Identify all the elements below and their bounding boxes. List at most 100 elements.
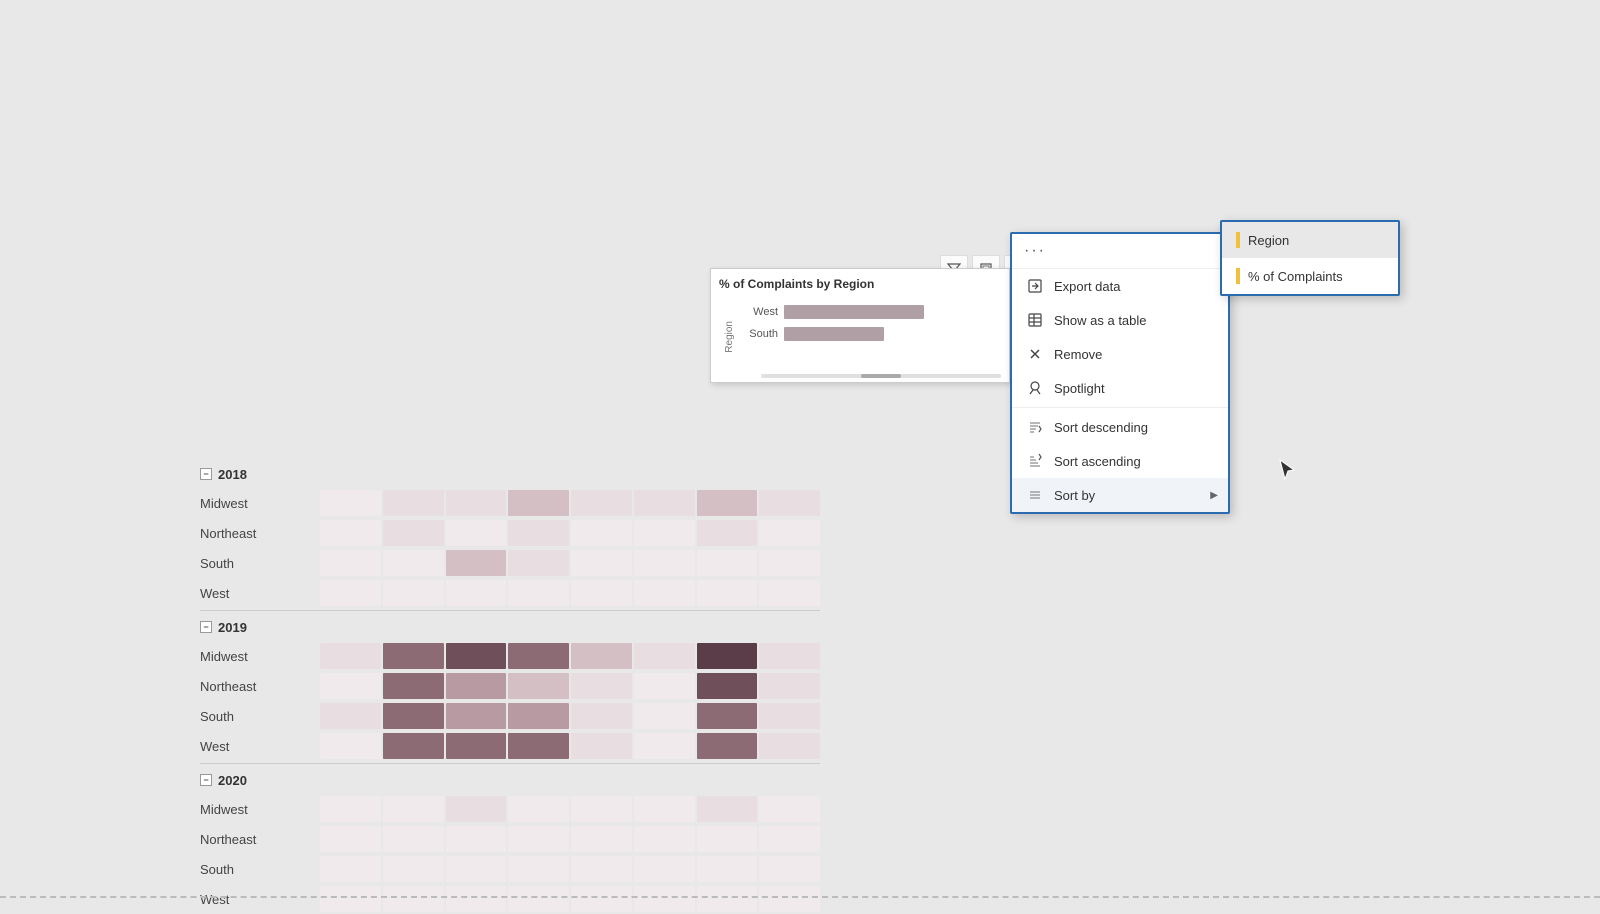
region-row-2019-west: West [200,731,820,761]
year-label-2018[interactable]: − 2018 [200,460,820,488]
heat-cell [697,673,758,699]
heat-cell [320,826,381,852]
heat-cell [320,550,381,576]
small-bar-row-west: West [743,301,997,323]
menu-item-sort-ascending[interactable]: Sort ascending [1012,444,1228,478]
heatmap-west-2018 [320,580,820,606]
year-text-2019: 2019 [218,620,247,635]
heat-cell [508,796,569,822]
sort-by-icon [1026,486,1044,504]
heat-cell [446,490,507,516]
sort-ascending-label: Sort ascending [1054,454,1141,469]
year-toggle-2020[interactable]: − [200,774,212,786]
region-row-2018-northeast: Northeast [200,518,820,548]
export-data-label: Export data [1054,279,1121,294]
menu-item-sort-descending[interactable]: Sort descending [1012,410,1228,444]
heat-cell [383,733,444,759]
heatmap-midwest-2020 [320,796,820,822]
heat-cell [759,733,820,759]
heat-cell [508,580,569,606]
sort-by-submenu: Region % of Complaints [1220,220,1400,296]
heat-cell [759,796,820,822]
region-label-south-2020: South [200,862,320,877]
heat-cell [320,673,381,699]
heat-cell [320,796,381,822]
year-toggle-2018[interactable]: − [200,468,212,480]
spotlight-icon [1026,379,1044,397]
year-text-2020: 2020 [218,773,247,788]
heat-cell [508,673,569,699]
region-label-northeast-2020: Northeast [200,832,320,847]
heat-cell [383,856,444,882]
bar-label-west: West [743,306,778,318]
bar-west [784,305,924,319]
table-icon [1026,311,1044,329]
heatmap-south-2020 [320,856,820,882]
region-row-2019-northeast: Northeast [200,671,820,701]
year-toggle-2019[interactable]: − [200,621,212,633]
heat-cell [508,643,569,669]
region-label-south-2019: South [200,709,320,724]
heatmap-west-2019 [320,733,820,759]
menu-item-spotlight[interactable]: Spotlight [1012,371,1228,405]
menu-item-remove[interactable]: Remove [1012,337,1228,371]
heat-cell [508,733,569,759]
region-selected-indicator [1236,232,1240,248]
heatmap-midwest-2018 [320,490,820,516]
heat-cell [446,703,507,729]
heat-cell [383,673,444,699]
heat-cell [634,580,695,606]
heat-cell [446,580,507,606]
year-label-2020[interactable]: − 2020 [200,766,820,794]
heat-cell [697,796,758,822]
heat-cell [697,580,758,606]
heat-cell [634,550,695,576]
year-divider-1 [200,610,820,611]
submenu-item-region[interactable]: Region [1222,222,1398,258]
menu-item-sort-by[interactable]: Sort by [1012,478,1228,512]
heat-cell [634,826,695,852]
heat-cell [446,796,507,822]
heat-cell [571,580,632,606]
heat-cell [697,733,758,759]
region-label-midwest-2020: Midwest [200,802,320,817]
heat-cell [446,550,507,576]
heat-cell [446,520,507,546]
heat-cell [759,580,820,606]
small-chart-axis-label: Region [724,321,735,353]
small-chart-popup: % of Complaints by Region Region West So… [710,268,1010,383]
heat-cell [634,733,695,759]
context-menu-header: ··· [1012,234,1228,269]
menu-item-show-as-table[interactable]: Show as a table [1012,303,1228,337]
heat-cell [571,733,632,759]
heat-cell [320,643,381,669]
spotlight-label: Spotlight [1054,381,1105,396]
region-row-2020-northeast: Northeast [200,824,820,854]
submenu-pct-label: % of Complaints [1248,269,1343,284]
heat-cell [571,796,632,822]
year-label-2019[interactable]: − 2019 [200,613,820,641]
heat-cell [697,490,758,516]
heat-cell [383,703,444,729]
heatmap-chart: − 2018 Midwest Northeast [200,460,820,914]
export-icon [1026,277,1044,295]
bar-south [784,327,884,341]
heat-cell [571,550,632,576]
region-row-2018-south: South [200,548,820,578]
heat-cell [759,520,820,546]
heat-cell [759,856,820,882]
heat-cell [571,490,632,516]
submenu-item-pct-complaints[interactable]: % of Complaints [1222,258,1398,294]
heat-cell [320,733,381,759]
heat-cell [320,520,381,546]
bottom-border [0,896,1600,900]
menu-item-export-data[interactable]: Export data [1012,269,1228,303]
region-label-south-2018: South [200,556,320,571]
heat-cell [697,703,758,729]
heat-cell [634,796,695,822]
heat-cell [571,673,632,699]
year-section-2018: − 2018 Midwest Northeast [200,460,820,608]
heat-cell [446,643,507,669]
region-label-northeast-2019: Northeast [200,679,320,694]
heat-cell [759,550,820,576]
